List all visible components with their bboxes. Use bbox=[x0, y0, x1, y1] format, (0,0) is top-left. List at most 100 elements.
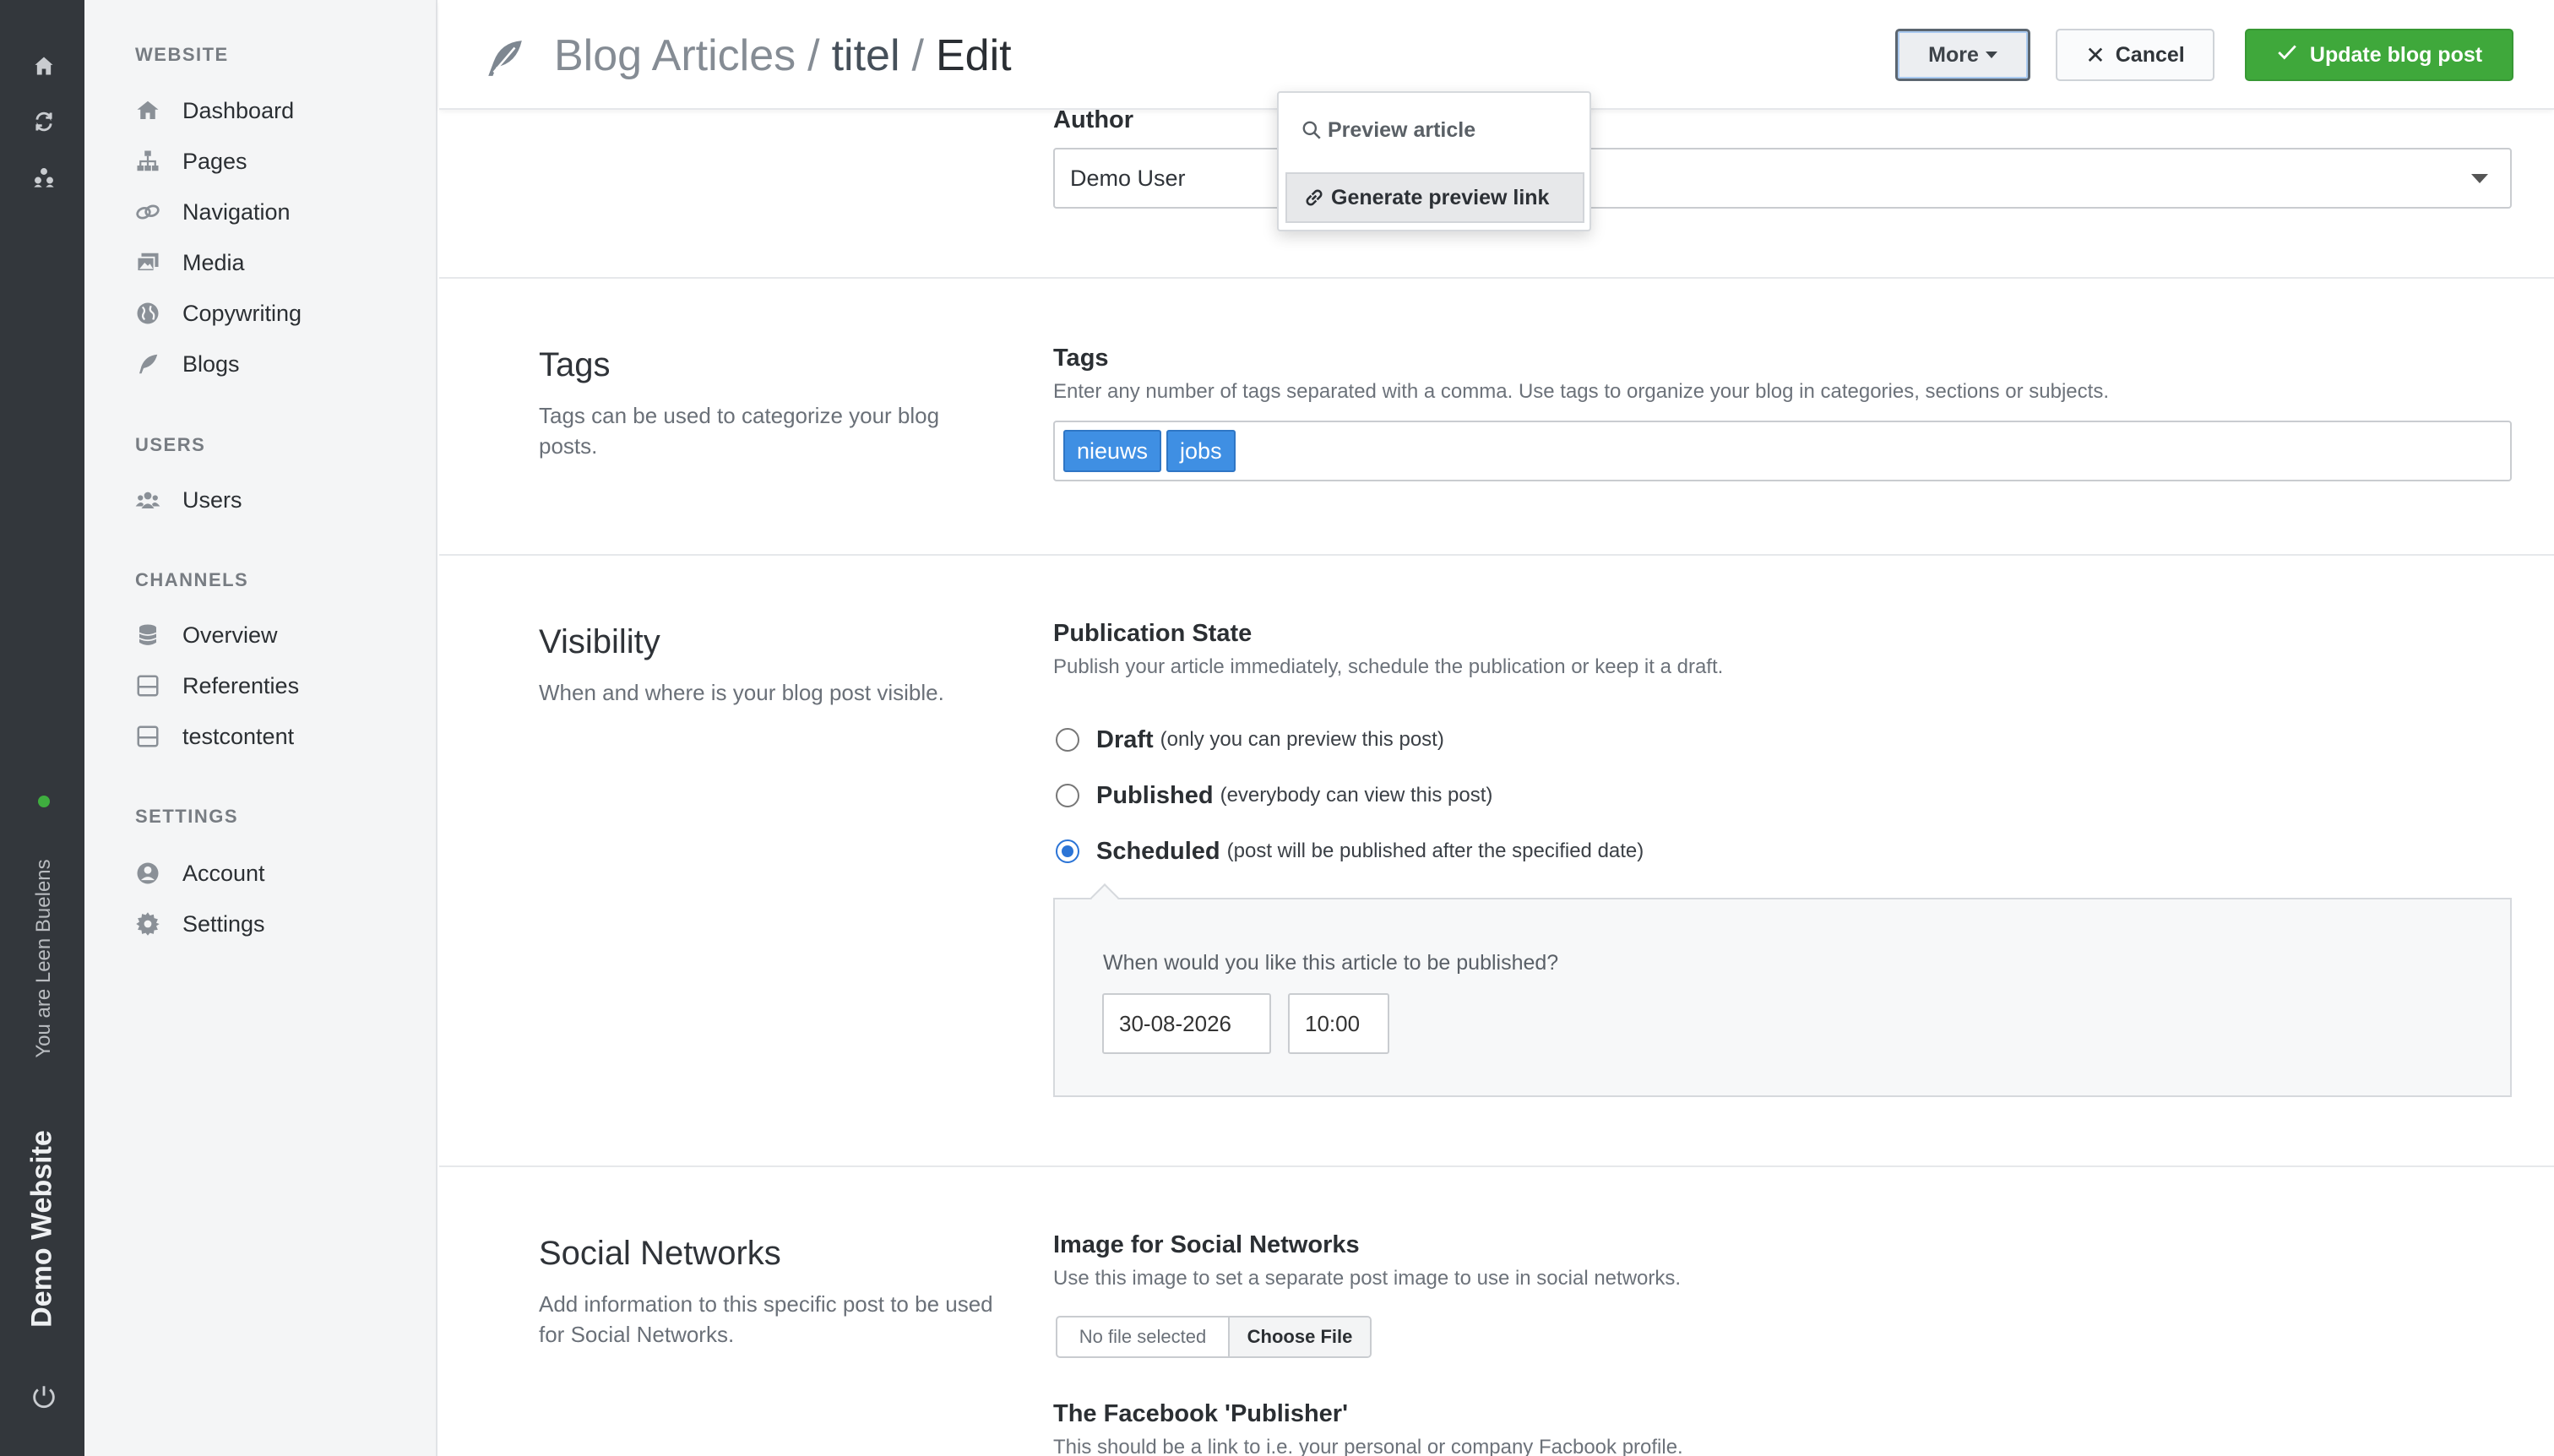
channel-icon bbox=[135, 673, 166, 698]
publish-time-input[interactable]: 10:00 bbox=[1288, 993, 1389, 1054]
visibility-section-description: When and where is your blog post visible… bbox=[539, 680, 944, 705]
radio-note: (everybody can view this post) bbox=[1220, 784, 1493, 807]
sidebar-item-label: Pages bbox=[182, 148, 247, 174]
tags-input[interactable]: nieuws jobs bbox=[1053, 421, 2512, 481]
sidebar-item-media[interactable]: Media bbox=[135, 242, 245, 283]
sidebar-section-website: WEBSITE bbox=[135, 44, 229, 65]
radio-button[interactable] bbox=[1056, 784, 1079, 807]
sidebar-item-label: Blogs bbox=[182, 350, 240, 377]
publish-date-input[interactable]: 30-08-2026 bbox=[1102, 993, 1271, 1054]
sidebar-section-users: USERS bbox=[135, 434, 206, 455]
breadcrumb-separator: / bbox=[807, 31, 820, 80]
radio-note: (only you can preview this post) bbox=[1160, 728, 1444, 751]
schedule-panel bbox=[1053, 898, 2512, 1097]
caret-down-icon bbox=[2471, 174, 2488, 183]
sidebar-item-blogs[interactable]: Blogs bbox=[135, 344, 240, 384]
site-name[interactable]: Demo Website bbox=[26, 1130, 59, 1328]
facebook-publisher-help-text: This should be a link to i.e. your perso… bbox=[1053, 1436, 1683, 1456]
tags-section-description: Tags can be used to categorize your blog… bbox=[539, 403, 940, 459]
sidebar-item-dashboard[interactable]: Dashboard bbox=[135, 90, 294, 131]
choose-file-button[interactable]: Choose File bbox=[1230, 1317, 1370, 1356]
tag-chip[interactable]: nieuws bbox=[1063, 430, 1162, 472]
sidebar-item-testcontent[interactable]: testcontent bbox=[135, 716, 294, 757]
update-blog-post-button[interactable]: Update blog post bbox=[2245, 29, 2513, 81]
sidebar-item-label: Copywriting bbox=[182, 300, 302, 326]
breadcrumb-separator: / bbox=[911, 31, 924, 80]
social-image-label: Image for Social Networks bbox=[1053, 1231, 1360, 1258]
sidebar-item-navigation[interactable]: Navigation bbox=[135, 192, 291, 232]
images-icon bbox=[135, 250, 166, 275]
social-image-help-text: Use this image to set a separate post im… bbox=[1053, 1267, 1682, 1290]
sidebar-item-label: Overview bbox=[182, 622, 278, 648]
social-section-description: Add information to this specific post to… bbox=[539, 1291, 993, 1347]
status-dot bbox=[38, 796, 50, 807]
refresh-icon[interactable] bbox=[25, 103, 62, 140]
sidebar: WEBSITE Dashboard Pages Navigation Media… bbox=[84, 0, 437, 1456]
publication-state-label: Publication State bbox=[1053, 620, 1253, 647]
breadcrumb-edit: Edit bbox=[935, 31, 1012, 80]
sidebar-item-account[interactable]: Account bbox=[135, 853, 265, 894]
radio-label: Published bbox=[1096, 781, 1214, 809]
sidebar-item-overview[interactable]: Overview bbox=[135, 615, 278, 655]
sidebar-item-label: Referenties bbox=[182, 672, 300, 698]
radio-scheduled[interactable]: Scheduled (post will be published after … bbox=[1056, 834, 1644, 868]
more-dropdown-menu: Preview article Generate preview link bbox=[1277, 91, 1591, 231]
power-icon[interactable] bbox=[25, 1378, 62, 1415]
search-icon bbox=[1301, 119, 1323, 141]
sidebar-item-pages[interactable]: Pages bbox=[135, 141, 247, 182]
author-label: Author bbox=[1053, 106, 1134, 133]
more-button[interactable]: More bbox=[1895, 29, 2030, 81]
sitemap-icon bbox=[135, 149, 166, 174]
app-rail: You are Leen Buelens Demo Website bbox=[0, 0, 84, 1456]
sidebar-item-referenties[interactable]: Referenties bbox=[135, 666, 299, 706]
sidebar-item-settings[interactable]: Settings bbox=[135, 904, 265, 944]
database-icon bbox=[135, 622, 166, 648]
globe-icon bbox=[135, 301, 166, 326]
tag-chip[interactable]: jobs bbox=[1166, 430, 1236, 472]
radio-note: (post will be published after the specif… bbox=[1226, 839, 1644, 862]
sidebar-item-label: Users bbox=[182, 486, 242, 513]
author-select-value: Demo User bbox=[1070, 165, 1186, 191]
social-image-file-input[interactable]: No file selected Choose File bbox=[1056, 1316, 1372, 1358]
update-button-label: Update blog post bbox=[2309, 42, 2483, 67]
sidebar-item-users[interactable]: Users bbox=[135, 480, 242, 520]
cancel-button-label: Cancel bbox=[2115, 42, 2185, 67]
radio-draft[interactable]: Draft (only you can preview this post) bbox=[1056, 723, 1444, 757]
breadcrumb-blog-articles[interactable]: Blog Articles bbox=[554, 31, 796, 80]
home-icon[interactable] bbox=[25, 47, 62, 84]
tags-label: Tags bbox=[1053, 345, 1109, 372]
publication-state-help-text: Publish your article immediately, schedu… bbox=[1053, 655, 1724, 678]
menu-item-label: Preview article bbox=[1328, 117, 1476, 142]
users-switch-icon[interactable] bbox=[25, 159, 62, 196]
section-divider bbox=[439, 554, 2554, 556]
link-icon bbox=[135, 199, 166, 225]
facebook-publisher-label: The Facebook 'Publisher' bbox=[1053, 1400, 1348, 1427]
menu-item-generate-preview-link[interactable]: Generate preview link bbox=[1285, 172, 1584, 223]
feather-icon bbox=[483, 37, 525, 79]
tags-section-title: Tags bbox=[539, 346, 611, 383]
sidebar-item-label: testcontent bbox=[182, 723, 295, 749]
channel-icon bbox=[135, 724, 166, 749]
cancel-button[interactable]: ✕ Cancel bbox=[2056, 29, 2214, 81]
radio-button[interactable] bbox=[1056, 839, 1079, 863]
sidebar-section-settings: SETTINGS bbox=[135, 806, 239, 827]
gear-icon bbox=[135, 911, 166, 937]
breadcrumb-titel[interactable]: titel bbox=[832, 31, 900, 80]
radio-published[interactable]: Published (everybody can view this post) bbox=[1056, 779, 1492, 812]
section-divider bbox=[439, 1165, 2554, 1167]
sidebar-item-copywriting[interactable]: Copywriting bbox=[135, 293, 302, 334]
radio-label: Draft bbox=[1096, 725, 1154, 753]
home-icon bbox=[135, 98, 166, 123]
sidebar-item-label: Navigation bbox=[182, 198, 291, 225]
section-divider bbox=[439, 277, 2554, 279]
tags-help-text: Enter any number of tags separated with … bbox=[1053, 380, 2109, 403]
file-status: No file selected bbox=[1057, 1317, 1230, 1356]
menu-item-label: Generate preview link bbox=[1331, 185, 1550, 209]
author-select[interactable]: Demo User bbox=[1053, 148, 2512, 209]
more-button-label: More bbox=[1928, 42, 1979, 67]
radio-button[interactable] bbox=[1056, 728, 1079, 752]
social-section-title: Social Networks bbox=[539, 1235, 781, 1272]
sidebar-item-label: Dashboard bbox=[182, 97, 295, 123]
radio-label: Scheduled bbox=[1096, 837, 1220, 865]
menu-item-preview-article[interactable]: Preview article bbox=[1285, 105, 1584, 155]
